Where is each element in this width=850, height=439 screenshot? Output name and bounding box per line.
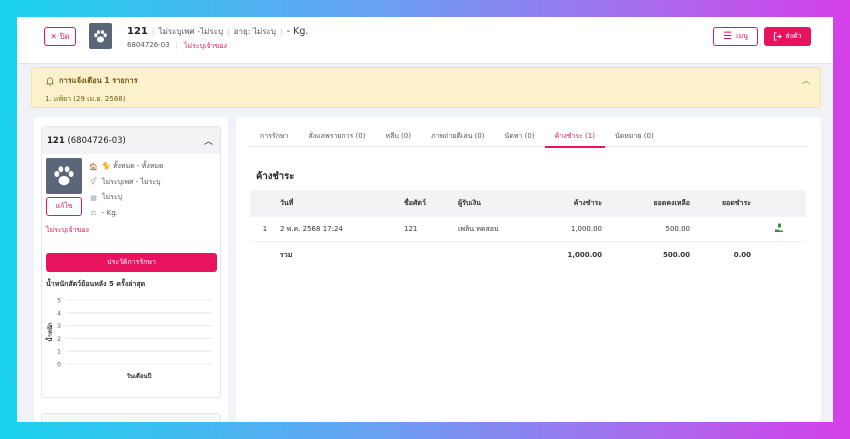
- close-button[interactable]: ✕ ปิด: [44, 27, 76, 46]
- chevron-up-icon[interactable]: ︿: [204, 134, 213, 147]
- total-balance: 500.00: [662, 251, 690, 259]
- tab-orders[interactable]: สั่งแลพรายการ (0): [298, 125, 375, 147]
- tab-bar: การรักษา สั่งแลพรายการ (0) หลีบ (0) ภาพถ…: [250, 125, 806, 148]
- table-row: 1 2 พ.ค. 2568 17:24 121 เพลิน ทดสอบ 1,00…: [250, 217, 806, 242]
- outstanding-table: วันที่ ชื่อศัตว์ ผู้รับเงิน ค้างชำระ ยอด…: [250, 190, 806, 268]
- tab-treatment[interactable]: การรักษา: [250, 125, 298, 147]
- menu-button[interactable]: ☰ เมนู: [713, 27, 758, 46]
- send-button[interactable]: ส่งตัว: [764, 27, 811, 46]
- paw-icon: [94, 29, 107, 43]
- total-outstanding: 1,000.00: [567, 251, 602, 259]
- pet-card-name: 121: [47, 135, 65, 146]
- y-tick-label: 4: [57, 310, 61, 317]
- edit-button[interactable]: แก้ไข: [46, 197, 82, 216]
- tab-photos[interactable]: ภาพถ่ายดีเล่น (0): [421, 125, 495, 147]
- hamburger-icon: ☰: [723, 31, 733, 42]
- chevron-up-icon[interactable]: ︿: [802, 75, 810, 86]
- y-tick-label: 2: [57, 336, 61, 343]
- pet-sex-breed: ไม่ระบุเพศ - ไม่ระบุ: [102, 177, 161, 186]
- total-label: รวม: [280, 250, 293, 259]
- table-header: วันที่ ชื่อศัตว์ ผู้รับเงิน ค้างชำระ ยอด…: [250, 190, 806, 217]
- x-axis-label: วันเดือนปี: [127, 372, 152, 380]
- treatment-history-button[interactable]: ประวัติการรักษา: [46, 253, 217, 272]
- calendar-icon: ▦: [90, 193, 97, 202]
- tab-appointments[interactable]: นัดหมาย (0): [605, 125, 664, 147]
- pet-card-code: (6804726-03): [67, 135, 126, 146]
- pet-species: 🐈 ทั้งหมด - ทั้งหมด: [102, 162, 164, 171]
- pet-id: 121: [127, 26, 148, 37]
- y-tick-label: 3: [57, 323, 61, 330]
- paw-icon: [54, 166, 74, 186]
- logout-icon: [774, 32, 783, 41]
- alert-header[interactable]: การแจ้งเตือน 1 รายการ: [46, 75, 138, 87]
- pet-age-info: ไม่ระบุ: [102, 193, 123, 202]
- menu-label: เมนู: [736, 32, 748, 40]
- scale-icon: ⚖: [90, 209, 97, 218]
- weight-chart-title: น้ำหนักสัตว์ย้อนหลัง 5 ครั้งล่าสุด: [46, 280, 146, 288]
- gender-icon: ⚥: [90, 178, 97, 187]
- owner-status: ไม่ระบุเจ้าของ: [183, 42, 227, 50]
- pet-photo: [46, 158, 82, 194]
- pay-hand-icon: [774, 223, 783, 232]
- col-balance: ยอดคงเหลือ: [653, 199, 690, 207]
- col-date: วันที่: [280, 199, 294, 207]
- alert-panel: การแจ้งเตือน 1 รายการ ︿ 1. แพ้ยา (29 เม.…: [31, 67, 821, 108]
- pet-card-header[interactable]: 121 (6804726-03) ︿: [42, 127, 220, 154]
- close-icon: ✕: [50, 32, 57, 41]
- col-pet: ชื่อศัตว์: [404, 199, 426, 207]
- send-label: ส่งตัว: [785, 32, 802, 40]
- pet-weight-info: - Kg.: [102, 209, 119, 218]
- tab-appointments-search[interactable]: นัดหา (0): [495, 125, 545, 147]
- owner-status-link[interactable]: ไม่ระบุเจ้าของ: [46, 225, 89, 236]
- top-header: ✕ ปิด 121 | ไม่ระบุเพศ -ไม่ระบุ | อายุ: …: [17, 17, 833, 64]
- tab-outstanding[interactable]: ค้างชำระ (1): [544, 125, 606, 148]
- section-title: ค้างชำระ: [256, 171, 295, 182]
- pet-breed: ไม่ระบุเพศ -ไม่ระบุ: [158, 27, 224, 36]
- cell-receiver: เพลิน ทดสอบ: [458, 224, 499, 233]
- pet-code: 6804726-03: [127, 41, 170, 49]
- main-panel: การรักษา สั่งแลพรายการ (0) หลีบ (0) ภาพถ…: [236, 117, 821, 422]
- pet-weight: - Kg.: [286, 26, 309, 37]
- species-icon: 🏠: [89, 162, 98, 171]
- cell-balance: 500.00: [665, 225, 691, 233]
- col-outstanding: ค้างชำระ: [573, 199, 602, 207]
- y-tick-label: 1: [57, 349, 61, 356]
- tab-files[interactable]: หลีบ (0): [375, 125, 421, 147]
- alert-title: การแจ้งเตือน 1 รายการ: [59, 76, 138, 85]
- y-tick-label: 5: [57, 298, 61, 305]
- table-total-row: รวม 1,000.00 500.00 0.00: [250, 242, 806, 268]
- cell-pet: 121: [404, 225, 418, 233]
- close-label: ปิด: [59, 31, 70, 41]
- y-axis-label: น้ำหนัก: [44, 322, 54, 342]
- pay-action[interactable]: [751, 223, 806, 235]
- col-receiver: ผู้รับเงิน: [458, 199, 481, 207]
- col-paid: ยอดชำระ: [721, 199, 751, 207]
- cell-outstanding: 1,000.00: [570, 225, 602, 233]
- pet-age: อายุ: ไม่ระบุ: [233, 27, 276, 36]
- collapsed-card[interactable]: [41, 413, 221, 422]
- app-window: ✕ ปิด 121 | ไม่ระบุเพศ -ไม่ระบุ | อายุ: …: [17, 17, 833, 422]
- cell-date: 2 พ.ค. 2568 17:24: [280, 224, 343, 233]
- cell-no: 1: [262, 225, 268, 233]
- pet-info-list: 🏠 🐈 ทั้งหมด - ทั้งหมด ⚥ ไม่ระบุเพศ - ไม่ระ…: [89, 159, 164, 221]
- alert-item: 1. แพ้ยา (29 เม.ย. 2568): [45, 95, 126, 103]
- bell-icon: [46, 77, 54, 85]
- pet-card: 121 (6804726-03) ︿ 🏠 🐈 ทั้งหมด - ทั้งหมด …: [41, 126, 221, 398]
- weight-chart: 5 4 3 2 1 0 น้ำหนักวันเดือนปี: [44, 298, 212, 380]
- pet-avatar: [89, 23, 112, 49]
- y-tick-label: 0: [57, 362, 61, 369]
- pet-sidebar: 121 (6804726-03) ︿ 🏠 🐈 ทั้งหมด - ทั้งหมด …: [34, 117, 228, 422]
- total-paid: 0.00: [733, 251, 751, 259]
